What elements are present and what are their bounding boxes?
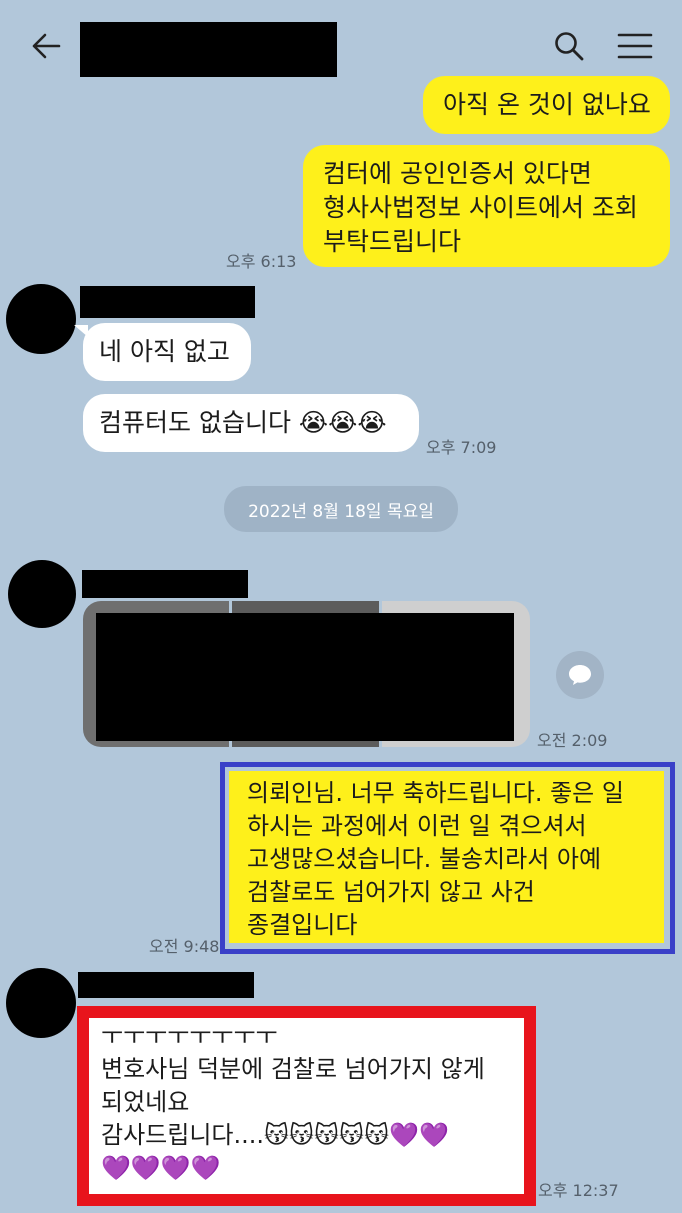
avatar[interactable]: [6, 968, 76, 1038]
message-time: 오후 6:13: [226, 252, 297, 271]
redacted-photo-content: [96, 613, 514, 741]
message-time: 오전 9:48: [149, 937, 220, 956]
other-message-bubble[interactable]: 컴퓨터도 없습니다 😭😭😭: [83, 394, 419, 452]
search-icon[interactable]: [548, 26, 590, 66]
message-time: 오후 12:37: [538, 1181, 619, 1200]
redacted-chat-title: [80, 22, 337, 77]
redacted-sender-name: [78, 972, 254, 998]
message-time: 오후 7:09: [426, 438, 497, 457]
avatar[interactable]: [8, 560, 76, 628]
hamburger-menu-icon[interactable]: [612, 26, 658, 66]
other-message-bubble[interactable]: 네 아직 없고: [74, 323, 251, 381]
redacted-sender-name: [80, 286, 255, 318]
my-message-bubble[interactable]: 의뢰인님. 너무 축하드립니다. 좋은 일 하시는 과정에서 이런 일 겪으셔서…: [229, 771, 664, 943]
share-icon[interactable]: [556, 651, 604, 699]
avatar[interactable]: [6, 284, 76, 354]
photo-group[interactable]: [83, 601, 530, 747]
other-message-bubble[interactable]: ㅜㅜㅜㅜㅜㅜㅜㅜ 변호사님 덕분에 검찰로 넘어가지 않게 되었네요 감사드립니…: [89, 1018, 524, 1194]
date-divider: 2022년 8월 18일 목요일: [224, 486, 458, 532]
date-divider-label: 2022년 8월 18일 목요일: [248, 501, 434, 522]
redacted-sender-name: [82, 570, 248, 598]
arrow-left-icon[interactable]: [22, 26, 70, 66]
message-time: 오전 2:09: [537, 731, 608, 750]
my-message-bubble[interactable]: 아직 온 것이 없나요: [423, 76, 670, 134]
my-message-bubble[interactable]: 컴터에 공인인증서 있다면 형사사법정보 사이트에서 조회 부탁드립니다: [303, 145, 670, 267]
